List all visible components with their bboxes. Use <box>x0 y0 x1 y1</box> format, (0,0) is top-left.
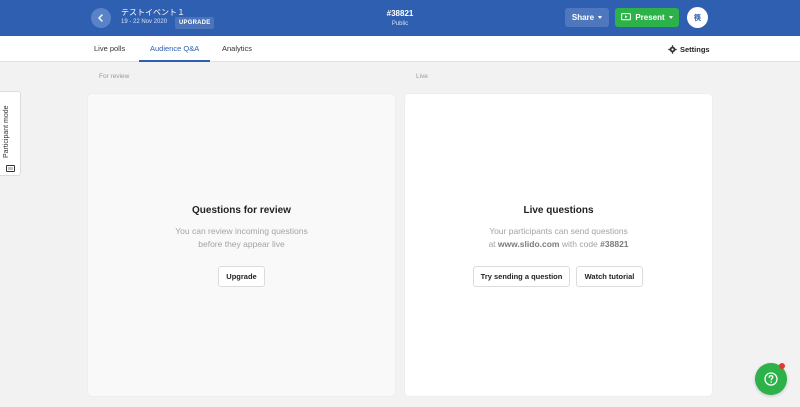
notification-dot <box>779 363 785 369</box>
live-panel-title: Live questions <box>523 205 594 216</box>
live-panel: Live questions Your participants can sen… <box>405 94 712 396</box>
review-desc-line2: before they appear live <box>198 239 285 249</box>
live-label: Live <box>416 73 428 80</box>
gear-icon <box>668 44 677 54</box>
live-desc-code: #38821 <box>600 239 629 249</box>
live-desc-line2: at www.slido.com with code #38821 <box>405 238 712 251</box>
event-code: #38821 <box>386 9 414 18</box>
active-tab-indicator <box>139 60 210 62</box>
participant-mode-toggle[interactable]: Participant mode <box>0 91 21 176</box>
review-panel: Questions for review You can review inco… <box>88 94 395 396</box>
present-button[interactable]: Present <box>615 8 679 27</box>
top-bar: テストイベント１ 19 - 22 Nov 2020 UPGRADE #38821… <box>0 0 800 36</box>
watch-tutorial-button[interactable]: Watch tutorial <box>576 266 643 287</box>
present-screen-icon <box>621 13 632 21</box>
live-desc-middle: with code <box>561 239 598 249</box>
upgrade-button[interactable]: Upgrade <box>218 266 265 287</box>
live-desc-prefix: at <box>488 239 496 249</box>
chevron-left-icon <box>98 14 103 22</box>
event-visibility: Public <box>391 21 409 27</box>
live-desc-site: www.slido.com <box>497 239 560 249</box>
question-circle-icon <box>764 372 778 386</box>
share-button-label: Share <box>571 13 595 22</box>
live-panel-description: Your participants can send questions at … <box>405 225 712 251</box>
user-avatar[interactable]: 筷 <box>687 7 708 28</box>
caret-down-icon <box>668 16 673 19</box>
review-desc-line1: You can review incoming questions <box>175 226 308 236</box>
present-button-label: Present <box>635 13 665 22</box>
participant-mode-label: Participant mode <box>3 105 10 158</box>
event-dates: 19 - 22 Nov 2020 <box>121 19 168 25</box>
tab-live-polls[interactable]: Live polls <box>94 36 125 62</box>
back-button[interactable] <box>91 8 111 28</box>
share-button[interactable]: Share <box>565 8 609 27</box>
tab-analytics[interactable]: Analytics <box>222 36 252 62</box>
settings-label: Settings <box>680 44 710 54</box>
upgrade-badge[interactable]: UPGRADE <box>175 17 215 29</box>
for-review-label: For review <box>99 73 130 80</box>
review-panel-title: Questions for review <box>192 205 291 216</box>
try-sending-question-button[interactable]: Try sending a question <box>473 266 570 287</box>
caret-down-icon <box>598 16 603 19</box>
review-panel-description: You can review incoming questions before… <box>88 225 395 251</box>
live-desc-line1: Your participants can send questions <box>489 226 628 236</box>
tab-bar: Live polls Audience Q&A Analytics Settin… <box>0 36 800 62</box>
monitor-icon <box>6 165 15 172</box>
settings-button[interactable]: Settings <box>668 36 710 62</box>
tab-audience-qa[interactable]: Audience Q&A <box>150 36 199 62</box>
